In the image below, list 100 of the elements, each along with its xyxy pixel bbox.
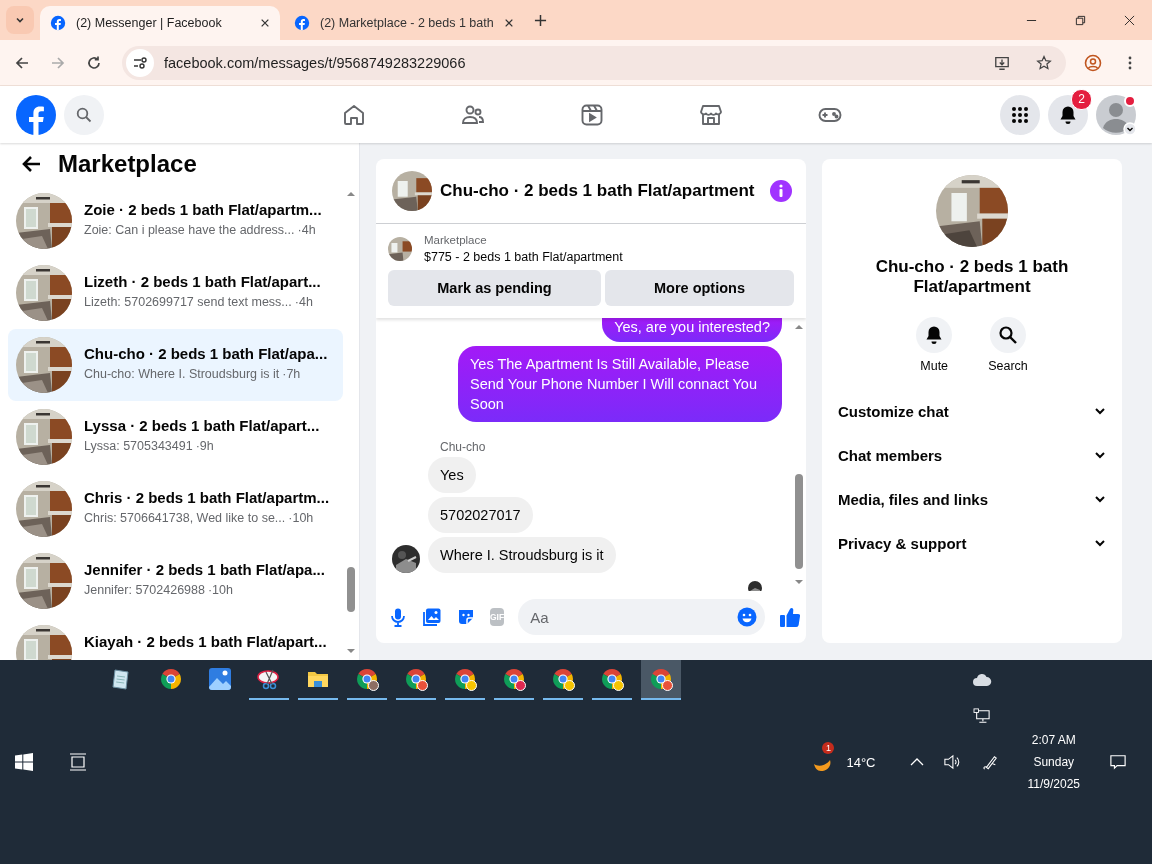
browser-icon	[159, 667, 183, 691]
conversation-item[interactable]: Chu-cho · 2 beds 1 bath Flat/apa... Chu-cho: Where I. Stroudsburg is it ·7h	[8, 329, 343, 401]
scroll-up-icon[interactable]	[794, 324, 804, 330]
windows-start-icon[interactable]	[15, 753, 33, 771]
message-input[interactable]: Aa	[518, 599, 766, 635]
address-bar[interactable]: facebook.com/messages/t/9568749283229066	[122, 45, 1066, 80]
section-row[interactable]: Chat members	[838, 433, 1106, 477]
conversation-title: Lyssa · 2 beds 1 bath Flat/apart...	[84, 417, 320, 434]
emoji-icon[interactable]	[737, 607, 758, 627]
video-icon[interactable]	[579, 102, 604, 127]
scroll-thumb[interactable]	[795, 474, 803, 569]
message-preview: Jennifer: 5702426988	[84, 583, 205, 597]
thumbs-up-icon[interactable]	[779, 606, 802, 628]
tab-title: (2) Messenger | Facebook	[76, 16, 223, 30]
restore-icon[interactable]	[1075, 14, 1086, 26]
search-button[interactable]	[990, 317, 1026, 353]
sidebar-title: Marketplace	[58, 150, 197, 178]
reload-icon[interactable]	[86, 54, 102, 71]
conversation-item[interactable]: Jennifer · 2 beds 1 bath Flat/apa... Jennifer: 5702426988 ·10h	[8, 545, 343, 617]
close-icon[interactable]	[504, 18, 514, 28]
site-info-icon[interactable]	[126, 48, 154, 77]
info-icon[interactable]	[770, 180, 792, 202]
browser-icon	[355, 667, 379, 691]
clock[interactable]: 2:07 AM Sunday 11/9/2025	[1027, 733, 1080, 791]
message-time: ·10h	[207, 583, 233, 597]
browser-icon	[404, 667, 428, 691]
message-time: ·10h	[288, 511, 314, 525]
conversation-title: Jennifer · 2 beds 1 bath Flat/apa...	[84, 561, 325, 578]
conversation-title: Kiayah · 2 beds 1 bath Flat/apart...	[84, 633, 327, 650]
star-icon[interactable]	[1036, 54, 1052, 71]
listing-button[interactable]: More options	[605, 270, 794, 306]
chevron-icon	[1094, 493, 1106, 505]
browser-icon	[551, 667, 575, 691]
scroll-thumb[interactable]	[347, 566, 355, 612]
conversation-title: Lizeth · 2 beds 1 bath Flat/apart...	[84, 273, 321, 290]
task-view-icon[interactable]	[69, 753, 87, 771]
browser-icon	[600, 667, 624, 691]
notification-badge: 1	[822, 742, 835, 754]
scroll-down-icon[interactable]	[794, 579, 804, 585]
facebook-logo-icon[interactable]	[16, 94, 56, 135]
chevron-icon	[1094, 405, 1106, 417]
action-label: Search	[988, 359, 1028, 373]
received-message: Where I. Stroudsburg is it	[428, 537, 616, 573]
message-preview: Lizeth: 5702699717 send text mess...	[84, 295, 292, 309]
install-icon[interactable]	[994, 54, 1010, 71]
temperature[interactable]: 14°C	[846, 754, 876, 770]
browser-icon	[649, 667, 673, 691]
section-row[interactable]: Customize chat	[838, 389, 1106, 433]
back-arrow-icon[interactable]	[22, 154, 42, 174]
message-time: ·7h	[282, 367, 301, 381]
menu-button[interactable]	[1000, 94, 1040, 135]
clock-day: Sunday	[1033, 755, 1075, 769]
conversation-item[interactable]: Lyssa · 2 beds 1 bath Flat/apart... Lyssa: 5705343491 ·9h	[8, 401, 343, 473]
tab-title: (2) Marketplace - 2 beds 1 bath	[320, 16, 494, 30]
conversation-item[interactable]: Zoie · 2 beds 1 bath Flat/apartm... Zoie: Can i please have the address... ·4h	[8, 185, 343, 257]
browser-icon	[502, 667, 526, 691]
chat-name: Chu-cho · 2 beds 1 bath Flat/apartment	[874, 257, 1070, 297]
profile-avatar-icon[interactable]	[1096, 94, 1136, 135]
clock-date: 11/9/2025	[1027, 777, 1080, 791]
scroll-up-icon[interactable]	[346, 191, 356, 197]
conversation-item[interactable]: Lizeth · 2 beds 1 bath Flat/apart... Lizeth: 5702699717 send text mess... ·4h	[8, 257, 343, 329]
close-icon[interactable]	[260, 18, 270, 28]
message-preview: Zoie: Can i please have the address...	[84, 223, 295, 237]
browser-icon	[453, 667, 477, 691]
chevron-icon	[1094, 537, 1106, 549]
url-text: facebook.com/messages/t/9568749283229066	[164, 54, 466, 71]
sticker-icon[interactable]	[456, 607, 476, 627]
section-row[interactable]: Media, files and links	[838, 477, 1106, 521]
speaker-icon[interactable]	[941, 754, 962, 770]
store-icon[interactable]	[698, 102, 723, 127]
conversation-title: Zoie · 2 beds 1 bath Flat/apartm...	[84, 201, 322, 218]
browser-tab[interactable]: (2) Marketplace - 2 beds 1 bath	[284, 6, 524, 40]
mute-button[interactable]	[916, 317, 953, 353]
listing-source: Marketplace	[424, 234, 488, 246]
bell-icon	[1058, 104, 1078, 125]
conversation-item[interactable]: Chris · 2 beds 1 bath Flat/apartm... Chris: 5706641738, Wed like to se... ·10h	[8, 473, 343, 545]
sent-message: Yes The Apartment Is Still Available, Please Send Your Phone Number I Will connact You Soon	[458, 346, 782, 422]
listing-title[interactable]: $775 - 2 beds 1 bath Flat/apartment	[424, 250, 623, 264]
sent-message: Yes, are you interested?	[602, 318, 782, 342]
received-message: Yes	[428, 457, 476, 493]
listing-button[interactable]: Mark as pending	[388, 270, 601, 306]
grid-icon	[1010, 104, 1030, 125]
image-icon[interactable]	[422, 607, 442, 627]
network-icon[interactable]	[972, 708, 992, 724]
cloud-icon[interactable]	[972, 672, 992, 688]
facebook-logo-icon	[294, 15, 310, 31]
message-time: ·9h	[195, 439, 214, 453]
message-preview: Lyssa: 5705343491	[84, 439, 193, 453]
browser-tab[interactable]: (2) Messenger | Facebook	[40, 6, 280, 40]
back-icon[interactable]	[14, 54, 30, 71]
close-icon[interactable]	[1124, 14, 1135, 26]
microphone-icon[interactable]	[388, 607, 408, 627]
scroll-down-icon[interactable]	[346, 648, 356, 654]
home-icon[interactable]	[341, 102, 366, 127]
notification-center-icon[interactable]	[1108, 754, 1128, 770]
new-tab-icon[interactable]	[534, 13, 547, 27]
profile-icon[interactable]	[1084, 53, 1102, 72]
conversation-title: Chris · 2 beds 1 bath Flat/apartm...	[84, 489, 330, 506]
section-row[interactable]: Privacy & support	[838, 521, 1106, 565]
chevron-up-icon[interactable]	[909, 757, 924, 767]
